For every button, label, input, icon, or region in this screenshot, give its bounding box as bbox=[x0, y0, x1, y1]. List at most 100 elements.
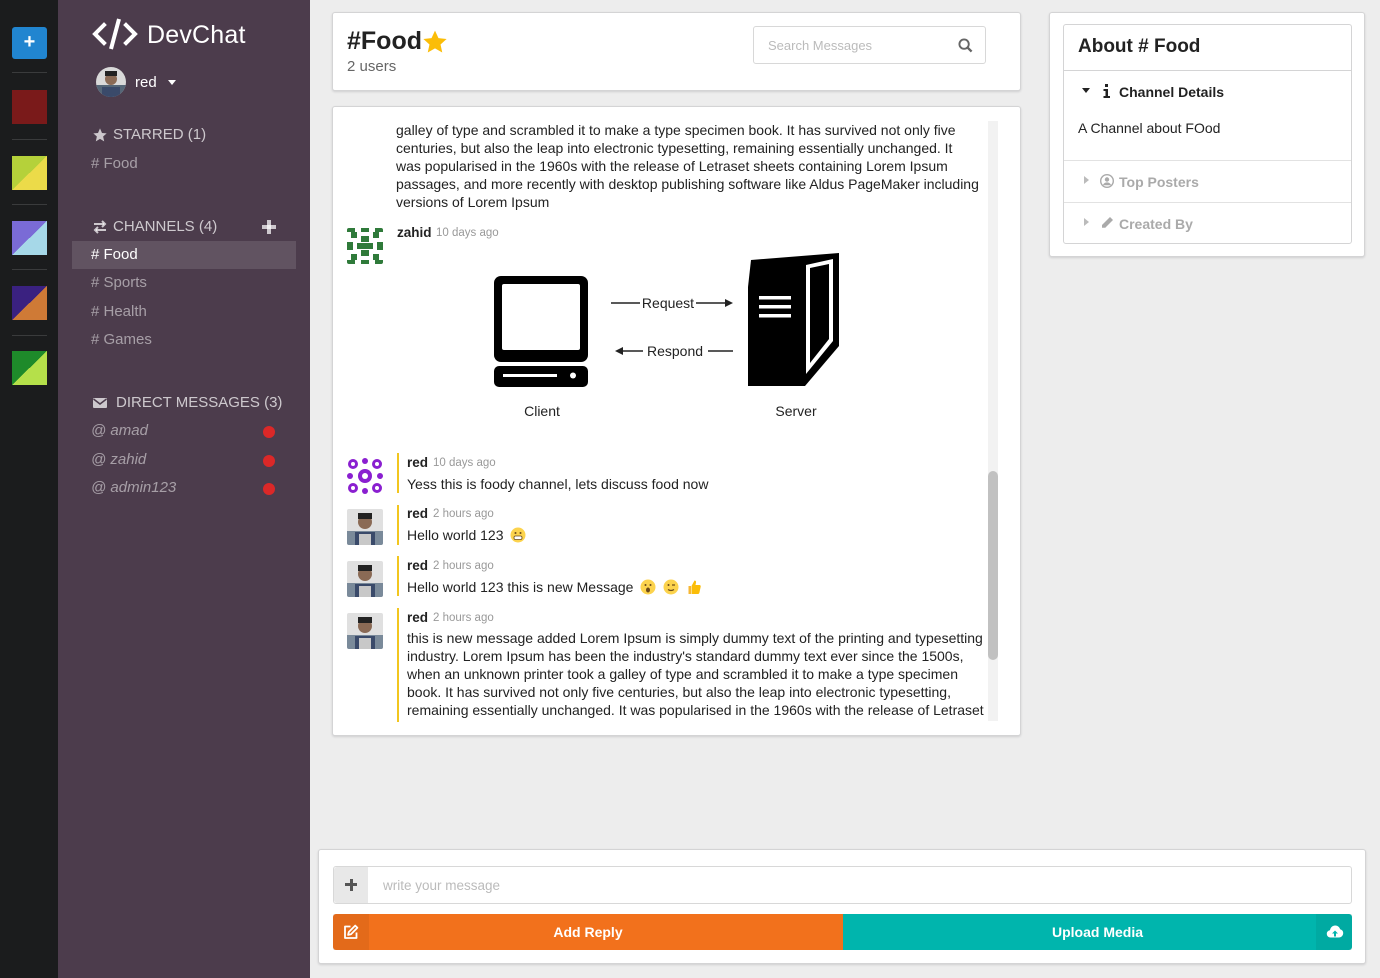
dm-item-label: @ amad bbox=[91, 422, 148, 439]
own-message-marker bbox=[397, 453, 399, 493]
add-attachment-button[interactable] bbox=[334, 867, 368, 903]
dm-item-zahid[interactable]: @ zahid bbox=[72, 446, 296, 474]
message-text: Hello world 123 this is new Message bbox=[407, 579, 634, 595]
status-dot bbox=[263, 426, 275, 438]
info-icon bbox=[1100, 84, 1114, 98]
add-color-button[interactable]: + bbox=[12, 27, 47, 59]
status-dot bbox=[263, 455, 275, 467]
own-message-marker bbox=[397, 556, 399, 596]
image-label-server: Server bbox=[775, 403, 817, 419]
about-title: About # Food bbox=[1078, 36, 1201, 57]
about-panel: About # Food Channel Details A Channel a… bbox=[1049, 12, 1365, 257]
color-swatch[interactable] bbox=[12, 90, 47, 124]
upload-media-button[interactable]: Upload Media bbox=[843, 914, 1352, 950]
message-author[interactable]: red bbox=[407, 558, 428, 573]
channel-item-food[interactable]: # Food bbox=[72, 241, 296, 269]
direct-messages-title: DIRECT MESSAGES (3) bbox=[116, 394, 283, 411]
own-message-marker bbox=[397, 608, 399, 722]
message-time: 2 hours ago bbox=[433, 560, 494, 572]
rail-divider bbox=[12, 269, 47, 270]
channel-item-label: # Health bbox=[91, 303, 147, 320]
search-icon[interactable] bbox=[958, 38, 973, 56]
search-box bbox=[753, 26, 986, 64]
grin-emoji-icon bbox=[510, 527, 526, 543]
add-reply-button[interactable]: Add Reply bbox=[333, 914, 843, 950]
accordion-label: Channel Details bbox=[1119, 84, 1225, 100]
surprised-emoji-icon bbox=[640, 579, 656, 595]
cloud-upload-icon bbox=[1316, 914, 1352, 950]
rail-divider bbox=[12, 335, 47, 336]
channel-item-label: # Games bbox=[91, 331, 152, 348]
channel-item-games[interactable]: # Games bbox=[72, 326, 296, 354]
star-icon bbox=[92, 127, 108, 143]
starred-header: STARRED (1) bbox=[92, 126, 206, 143]
thumbs-up-icon bbox=[686, 579, 702, 595]
channel-header: #Food 2 users bbox=[332, 12, 1021, 91]
channel-description: A Channel about FOod bbox=[1078, 120, 1221, 136]
color-rail: + bbox=[0, 0, 58, 978]
message-input[interactable] bbox=[368, 867, 1348, 903]
avatar bbox=[347, 561, 383, 597]
channel-item-label: # Food bbox=[91, 246, 138, 263]
image-label-request: Request bbox=[642, 295, 694, 311]
channel-item-sports[interactable]: # Sports bbox=[72, 269, 296, 297]
messages-panel: galley of type and scrambled it to make … bbox=[332, 106, 1021, 736]
accordion-created-by[interactable]: Created By bbox=[1064, 202, 1351, 244]
sidebar: DevChat red STARRED (1) # Food CHANNELS … bbox=[58, 0, 310, 978]
dm-item-admin123[interactable]: @ admin123 bbox=[72, 474, 296, 502]
channel-item-health[interactable]: # Health bbox=[72, 298, 296, 326]
wink-emoji-icon bbox=[663, 579, 679, 595]
accordion-top-posters[interactable]: Top Posters bbox=[1064, 160, 1351, 202]
envelope-icon bbox=[92, 395, 108, 411]
add-channel-button[interactable] bbox=[262, 220, 276, 234]
direct-messages-header: DIRECT MESSAGES (3) bbox=[92, 394, 282, 411]
message-image[interactable]: Request Respond Client Server bbox=[483, 253, 855, 423]
message-text-row: Hello world 123 bbox=[407, 526, 526, 544]
color-swatch[interactable] bbox=[12, 156, 47, 190]
color-swatch[interactable] bbox=[12, 221, 47, 255]
starred-title: STARRED (1) bbox=[113, 126, 207, 143]
user-count: 2 users bbox=[347, 58, 397, 75]
caret-right-icon bbox=[1084, 218, 1089, 226]
message-time: 2 hours ago bbox=[433, 508, 494, 520]
search-input[interactable] bbox=[754, 27, 944, 63]
status-dot bbox=[263, 483, 275, 495]
avatar bbox=[347, 613, 383, 649]
user-menu[interactable]: red bbox=[96, 67, 176, 97]
upload-media-label: Upload Media bbox=[1051, 924, 1143, 940]
rail-divider bbox=[12, 204, 47, 205]
chevron-down-icon bbox=[167, 79, 176, 85]
star-icon[interactable] bbox=[422, 29, 448, 58]
avatar bbox=[347, 458, 383, 494]
message-time: 10 days ago bbox=[436, 227, 499, 239]
message-author[interactable]: red bbox=[407, 610, 428, 625]
message-time: 2 hours ago bbox=[433, 612, 494, 624]
message-text: galley of type and scrambled it to make … bbox=[396, 122, 979, 210]
message-author[interactable]: red bbox=[407, 455, 428, 470]
app-name: DevChat bbox=[147, 21, 246, 49]
code-icon bbox=[92, 17, 138, 54]
channels-header: CHANNELS (4) bbox=[92, 218, 217, 235]
image-label-respond: Respond bbox=[647, 343, 703, 359]
add-reply-label: Add Reply bbox=[553, 924, 623, 940]
message-author[interactable]: zahid bbox=[397, 225, 432, 240]
channel-item-label: # Sports bbox=[91, 274, 147, 291]
dm-item-amad[interactable]: @ amad bbox=[72, 417, 296, 445]
scrollbar-thumb[interactable] bbox=[988, 471, 998, 660]
message-time: 10 days ago bbox=[433, 457, 496, 469]
about-title-box: About # Food bbox=[1063, 24, 1352, 71]
caret-right-icon bbox=[1084, 176, 1089, 184]
exchange-icon bbox=[92, 219, 108, 235]
starred-item-food[interactable]: # Food bbox=[72, 150, 296, 178]
channel-title: #Food bbox=[347, 27, 422, 55]
brand: DevChat bbox=[92, 17, 246, 54]
accordion-channel-details[interactable]: Channel Details A Channel about FOod bbox=[1064, 71, 1351, 160]
color-swatch[interactable] bbox=[12, 286, 47, 320]
color-swatch[interactable] bbox=[12, 351, 47, 385]
message-text: Yess this is foody channel, lets discuss… bbox=[407, 476, 709, 492]
avatar bbox=[96, 67, 126, 97]
message-author[interactable]: red bbox=[407, 506, 428, 521]
caret-down-icon bbox=[1082, 88, 1090, 93]
own-message-marker bbox=[397, 505, 399, 545]
message-text: this is new message added Lorem Ipsum is… bbox=[407, 630, 984, 718]
